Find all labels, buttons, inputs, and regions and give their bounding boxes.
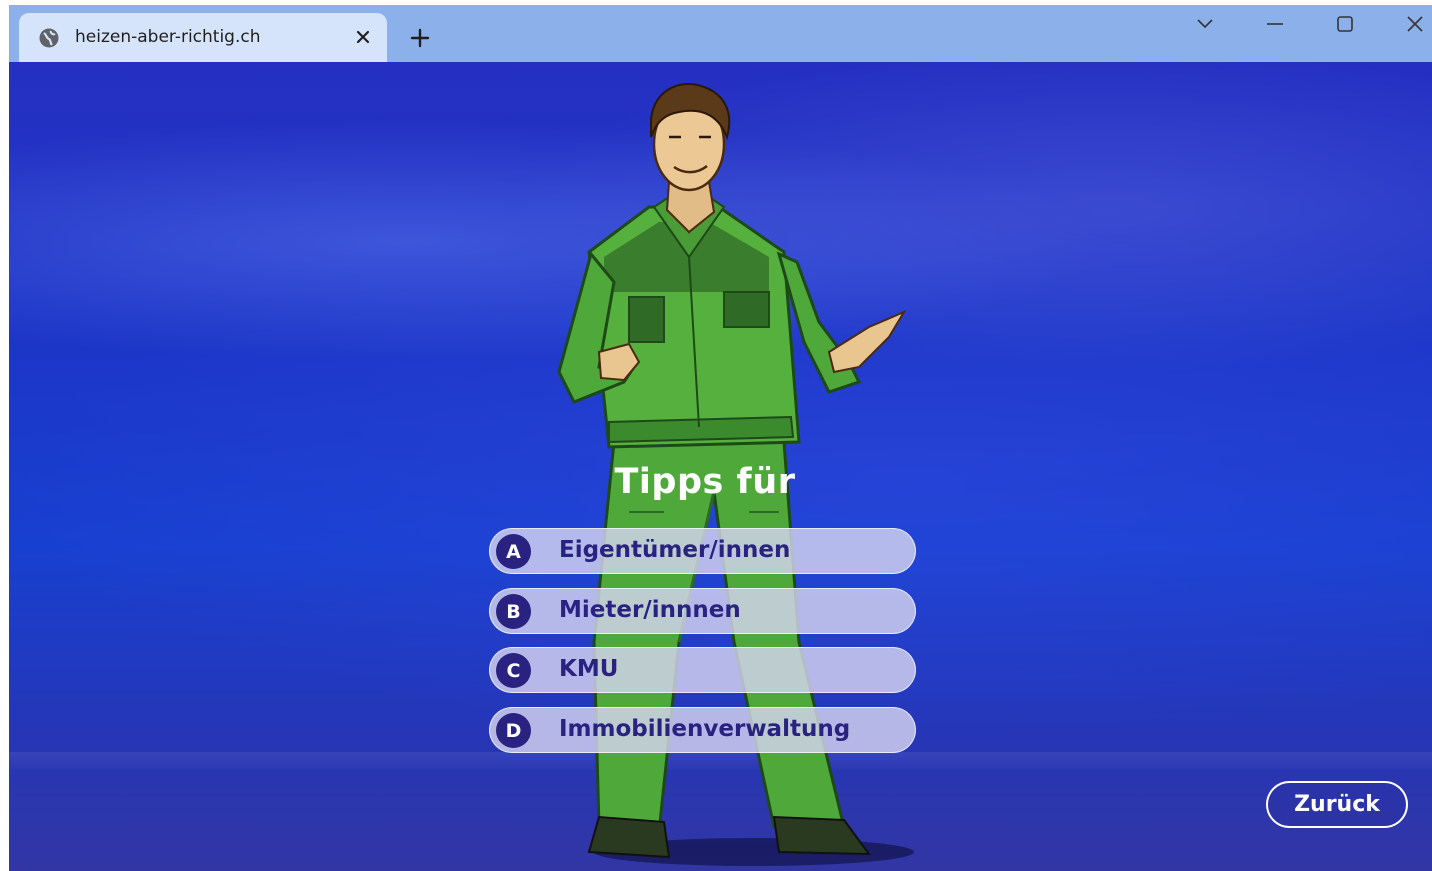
option-property-management[interactable]: D Immobilienverwaltung bbox=[489, 707, 916, 753]
option-label: KMU bbox=[559, 656, 619, 682]
page-heading: Tipps für bbox=[614, 462, 796, 502]
option-label: Eigentümer/innen bbox=[559, 537, 791, 563]
back-button[interactable]: Zurück bbox=[1266, 781, 1408, 828]
option-badge: A bbox=[496, 534, 531, 569]
option-tenants[interactable]: B Mieter/innnen bbox=[489, 588, 916, 634]
browser-tab[interactable]: heizen-aber-richtig.ch bbox=[19, 13, 387, 62]
tab-title: heizen-aber-richtig.ch bbox=[75, 27, 261, 47]
option-label: Mieter/innnen bbox=[559, 597, 741, 623]
globe-icon bbox=[38, 27, 60, 49]
minimize-icon[interactable] bbox=[1257, 9, 1293, 39]
chevron-down-icon[interactable] bbox=[1187, 9, 1223, 39]
close-icon[interactable] bbox=[351, 25, 375, 49]
page-content: Tipps für A Eigentümer/innen B Mieter/in… bbox=[9, 62, 1432, 871]
plus-icon[interactable] bbox=[407, 25, 433, 51]
option-badge: D bbox=[496, 713, 531, 748]
browser-window: heizen-aber-richtig.ch Tipps für A Eigen… bbox=[9, 5, 1432, 871]
option-kmu[interactable]: C KMU bbox=[489, 647, 916, 693]
option-badge: B bbox=[496, 594, 531, 629]
close-window-icon[interactable] bbox=[1397, 9, 1432, 39]
maximize-icon[interactable] bbox=[1327, 9, 1363, 39]
option-label: Immobilienverwaltung bbox=[559, 716, 851, 742]
title-bar: heizen-aber-richtig.ch bbox=[9, 5, 1432, 62]
option-badge: C bbox=[496, 653, 531, 688]
option-owners[interactable]: A Eigentümer/innen bbox=[489, 528, 916, 574]
